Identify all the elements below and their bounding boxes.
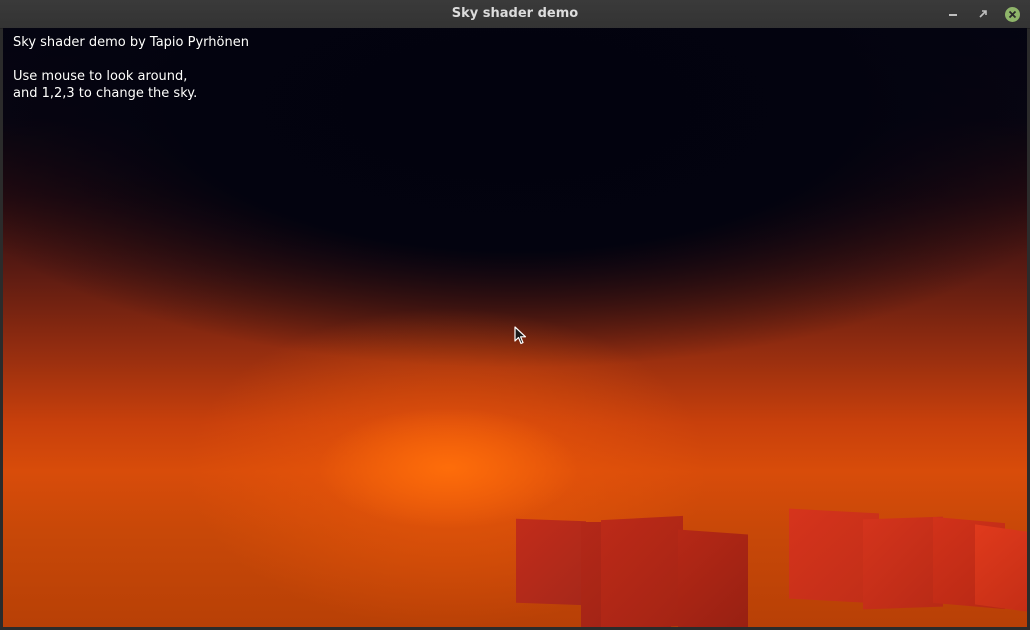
instructions-overlay: Sky shader demo by Tapio Pyrhönen Use mo…: [13, 34, 249, 102]
credit-text: Sky shader demo by Tapio Pyrhönen: [13, 35, 249, 50]
close-icon: [1004, 6, 1020, 22]
3d-viewport[interactable]: Sky shader demo by Tapio Pyrhönen Use mo…: [3, 28, 1027, 627]
maximize-button[interactable]: [974, 5, 992, 23]
window-title: Sky shader demo: [451, 6, 579, 21]
scene-block: [516, 518, 586, 606]
minimize-button[interactable]: [944, 5, 962, 23]
scene-block: [678, 529, 748, 627]
mouse-cursor-icon: [514, 326, 527, 345]
scene-block: [975, 524, 1027, 612]
close-button[interactable]: [1003, 5, 1021, 23]
scene-block: [863, 516, 943, 610]
app-window: Sky shader demo Sky shader demo by Tapio…: [0, 0, 1030, 630]
maximize-icon: [979, 10, 987, 18]
instruction-line-1: Use mouse to look around,: [13, 69, 188, 84]
scene-block: [601, 515, 683, 627]
instruction-line-2: and 1,2,3 to change the sky.: [13, 86, 198, 101]
title-bar[interactable]: Sky shader demo: [0, 0, 1030, 29]
minimize-icon: [949, 14, 957, 16]
